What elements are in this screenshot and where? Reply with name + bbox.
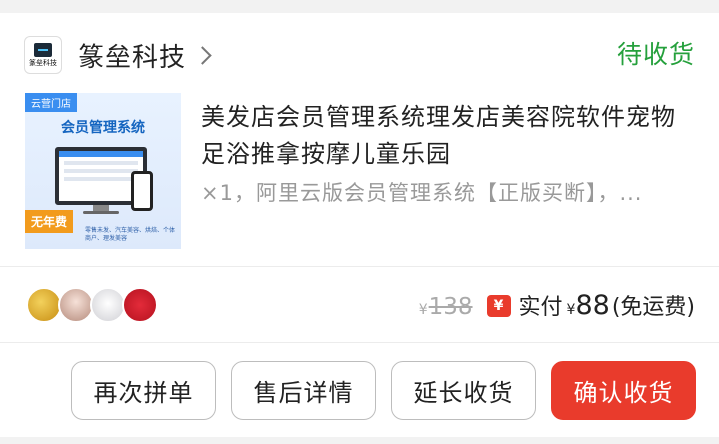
divider [0, 342, 719, 343]
thumb-badge: 无年费 [25, 210, 74, 233]
avatar [122, 287, 158, 323]
paid-label: 实付 [518, 295, 563, 320]
price-summary: ¥ 138 ¥ 实付 ¥ 88 (免运费) [419, 289, 695, 323]
paid-amount: 88 [575, 290, 610, 321]
shop-name[interactable]: 篆垒科技 [78, 37, 186, 74]
currency-symbol: ¥ [418, 302, 428, 318]
product-spec: ×1，阿里云版会员管理系统【正版买断】，... [201, 181, 643, 205]
shop-logo: 篆垒科技 [24, 36, 62, 74]
avatar [26, 287, 62, 323]
chevron-right-icon [193, 45, 212, 65]
shop-logo-icon [34, 43, 52, 57]
rebuy-button[interactable]: 再次拼单 [71, 361, 216, 420]
thumb-tag: 云营门店 [25, 93, 77, 112]
product-thumbnail[interactable]: 云营门店 会员管理系统 无年费 零售未发、汽车美容、烘焙、个体商户、理发美容 [25, 93, 181, 249]
extend-receipt-button[interactable]: 延长收货 [391, 361, 536, 420]
shipping-note: (免运费) [611, 295, 695, 320]
shop-header[interactable]: 篆垒科技 篆垒科技 [24, 35, 212, 75]
buyer-avatars [26, 287, 158, 323]
product-title[interactable]: 美发店会员管理系统理发店美容院软件宠物足浴推拿按摩儿童乐园 [201, 99, 691, 173]
confirm-receipt-button[interactable]: 确认收货 [551, 361, 696, 420]
thumb-footer: 零售未发、汽车美容、烘焙、个体商户、理发美容 [85, 227, 176, 242]
currency-symbol: ¥ [566, 302, 576, 318]
avatar [90, 287, 126, 323]
shop-logo-text: 篆垒科技 [29, 59, 57, 67]
payment-icon: ¥ [486, 295, 511, 317]
phone-illustration [131, 171, 153, 211]
avatar [58, 287, 94, 323]
thumb-heading: 会员管理系统 [61, 120, 145, 136]
order-card: 篆垒科技 篆垒科技 待收货 云营门店 会员管理系统 无年费 零售未发、汽车美容、… [0, 13, 719, 437]
after-sale-button[interactable]: 售后详情 [231, 361, 376, 420]
original-price: 138 [428, 294, 473, 320]
divider [0, 266, 719, 267]
order-status: 待收货 [616, 40, 695, 69]
